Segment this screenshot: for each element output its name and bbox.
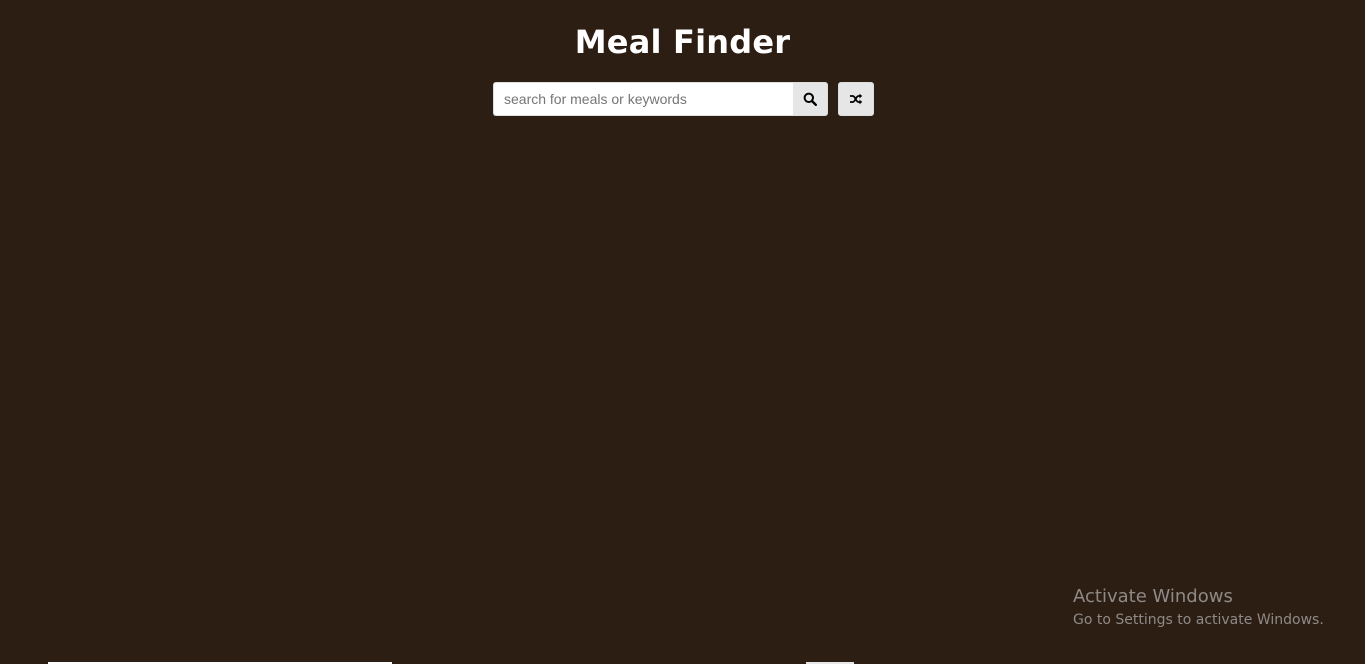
watermark-subtitle: Go to Settings to activate Windows. <box>1073 612 1324 628</box>
windows-activation-watermark: Activate Windows Go to Settings to activ… <box>1073 586 1324 630</box>
page-title: Meal Finder <box>574 23 791 61</box>
search-icon <box>803 92 817 106</box>
watermark-title: Activate Windows <box>1073 586 1233 607</box>
search-bar <box>493 82 874 116</box>
search-button[interactable] <box>793 82 828 116</box>
meal-finder-page: Meal Finder search for meals or keywords… <box>0 0 1365 664</box>
search-form <box>493 82 828 116</box>
search-input[interactable] <box>493 82 793 116</box>
shuffle-icon <box>849 92 863 106</box>
random-meal-button[interactable] <box>838 82 874 116</box>
